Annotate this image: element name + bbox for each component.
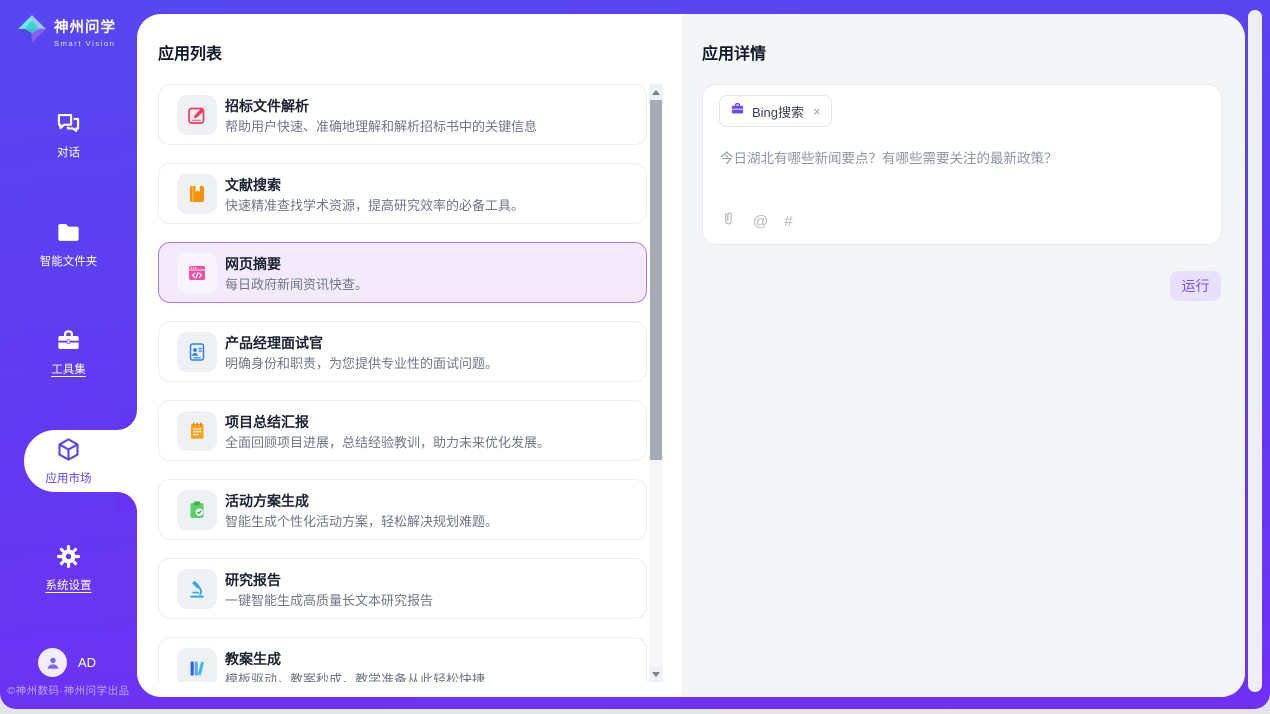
- logo-diamond-icon: [17, 14, 47, 49]
- sidebar-item-label: 应用市场: [46, 470, 92, 486]
- app-name: 产品经理面试官: [225, 333, 323, 353]
- paperclip-icon[interactable]: [720, 210, 737, 232]
- active-nav-curve-bottom: [117, 492, 137, 512]
- app-name: 网页摘要: [225, 254, 281, 274]
- sidebar-item-app-market[interactable]: 应用市场: [0, 436, 137, 487]
- sidebar-footer-credit: ©神州数码·神州问学出品: [0, 683, 137, 698]
- tool-chip-label: Bing搜索: [752, 102, 804, 121]
- chip-close-icon[interactable]: ×: [813, 104, 821, 119]
- folder-icon: [0, 219, 137, 246]
- chat-icon: [0, 110, 137, 137]
- app-card-pm-interviewer[interactable]: 产品经理面试官 明确身份和职责，为您提供专业性的面试问题。: [158, 321, 647, 382]
- clipboard-check-icon: [177, 490, 217, 530]
- tool-chip-bing-search[interactable]: Bing搜索 ×: [719, 95, 832, 127]
- notepad-icon: [177, 411, 217, 451]
- scrollbar-up-button[interactable]: [649, 84, 663, 100]
- mention-icon[interactable]: @: [753, 214, 768, 229]
- book-icon: [177, 174, 217, 214]
- sidebar-item-settings[interactable]: 系统设置: [0, 543, 137, 594]
- user-initials: AD: [78, 655, 96, 670]
- app-description: 全面回顾项目进展，总结经验教训，助力未来优化发展。: [225, 432, 550, 451]
- sidebar-item-chat[interactable]: 对话: [0, 110, 137, 161]
- app-name: 研究报告: [225, 570, 281, 590]
- sidebar-item-toolset[interactable]: 工具集: [0, 327, 137, 378]
- app-description: 明确身份和职责，为您提供专业性的面试问题。: [225, 353, 498, 372]
- query-input-text[interactable]: 今日湖北有哪些新闻要点？有哪些需要关注的最新政策？: [720, 147, 1058, 167]
- app-card-research-report[interactable]: 研究报告 一键智能生成高质量长文本研究报告: [158, 558, 647, 619]
- app-detail-title: 应用详情: [702, 40, 766, 64]
- user-account[interactable]: AD: [38, 648, 96, 677]
- app-description: 帮助用户快速、准确地理解和解析招标书中的关键信息: [225, 116, 537, 135]
- list-scrollbar[interactable]: [649, 84, 663, 682]
- app-logo: 神州问学 Smart Vision: [17, 14, 116, 49]
- scrollbar-down-button[interactable]: [649, 666, 663, 682]
- app-card-web-summary[interactable]: 网页摘要 每日政府新闻资讯快查。: [158, 242, 647, 303]
- cube-icon: [0, 436, 137, 463]
- logo-title: 神州问学: [54, 16, 116, 37]
- app-name: 活动方案生成: [225, 491, 309, 511]
- app-list: 招标文件解析 帮助用户快速、准确地理解和解析招标书中的关键信息 文献搜索 快速精…: [158, 84, 647, 682]
- briefcase-icon: [730, 101, 745, 121]
- app-card-bid-analysis[interactable]: 招标文件解析 帮助用户快速、准确地理解和解析招标书中的关键信息: [158, 84, 647, 145]
- sidebar-item-smart-folder[interactable]: 智能文件夹: [0, 219, 137, 270]
- avatar: [38, 648, 67, 677]
- page-scrollbar[interactable]: [1248, 10, 1262, 692]
- sidebar-item-label: 工具集: [51, 361, 86, 377]
- main-content: 应用列表 招标文件解析 帮助用户快速、准确地理解和解析招标书中的关键信息: [137, 14, 1245, 697]
- app-card-project-summary[interactable]: 项目总结汇报 全面回顾项目进展，总结经验教训，助力未来优化发展。: [158, 400, 647, 461]
- app-description: 智能生成个性化活动方案，轻松解决规划难题。: [225, 511, 498, 530]
- logo-subtitle: Smart Vision: [54, 39, 116, 48]
- app-description: 每日政府新闻资讯快查。: [225, 274, 368, 293]
- scroll-up-icon: [652, 90, 660, 95]
- browser-code-icon: [177, 253, 217, 293]
- sidebar-item-label: 智能文件夹: [40, 253, 98, 269]
- app-name: 项目总结汇报: [225, 412, 309, 432]
- app-description: 快速精准查找学术资源，提高研究效率的必备工具。: [225, 195, 524, 214]
- active-nav-curve-top: [117, 410, 137, 430]
- app-description: 模板驱动，教案秒成，教学准备从此轻松快捷: [225, 669, 485, 682]
- hash-icon[interactable]: #: [784, 214, 792, 229]
- scrollbar-thumb[interactable]: [650, 100, 662, 460]
- composer-toolbar: @ #: [720, 210, 793, 232]
- scroll-down-icon: [652, 672, 660, 677]
- gear-icon: [0, 543, 137, 570]
- run-button[interactable]: 运行: [1170, 271, 1221, 301]
- app-detail-panel: 应用详情 Bing搜索 × 今日湖北有哪些新闻要点？有哪些需要关注的最新政策？: [682, 14, 1245, 697]
- resume-person-icon: [177, 332, 217, 372]
- sidebar: 神州问学 Smart Vision 对话 智能文件夹: [0, 0, 137, 709]
- sidebar-item-label: 系统设置: [46, 577, 92, 593]
- microscope-icon: [177, 569, 217, 609]
- app-card-event-plan[interactable]: 活动方案生成 智能生成个性化活动方案，轻松解决规划难题。: [158, 479, 647, 540]
- app-list-title: 应用列表: [158, 40, 222, 64]
- toolbox-icon: [0, 327, 137, 354]
- app-name: 招标文件解析: [225, 96, 309, 116]
- pen-square-icon: [177, 95, 217, 135]
- books-icon: [177, 648, 217, 682]
- app-card-literature-search[interactable]: 文献搜索 快速精准查找学术资源，提高研究效率的必备工具。: [158, 163, 647, 224]
- query-composer[interactable]: Bing搜索 × 今日湖北有哪些新闻要点？有哪些需要关注的最新政策？ @ #: [702, 84, 1222, 245]
- app-description: 一键智能生成高质量长文本研究报告: [225, 590, 433, 609]
- app-name: 文献搜索: [225, 175, 281, 195]
- app-card-lesson-plan[interactable]: 教案生成 模板驱动，教案秒成，教学准备从此轻松快捷: [158, 637, 647, 682]
- app-name: 教案生成: [225, 649, 281, 669]
- sidebar-item-label: 对话: [57, 144, 80, 160]
